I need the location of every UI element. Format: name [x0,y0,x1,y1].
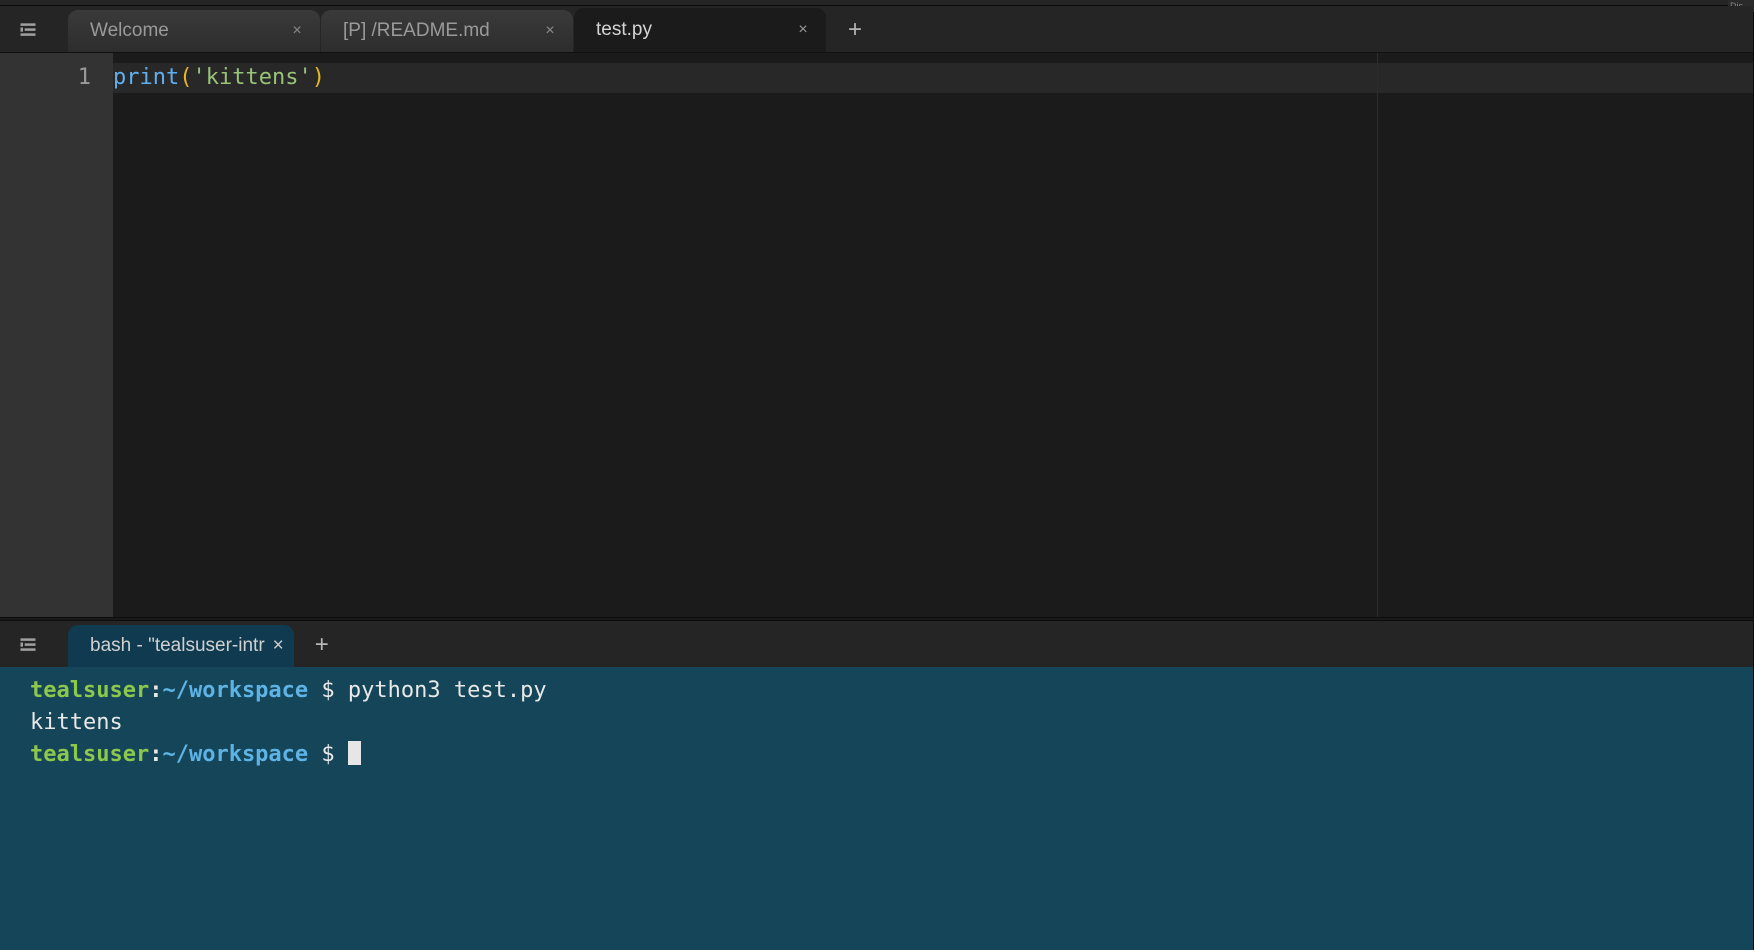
line-number: 1 [0,63,91,93]
term-prompt: $ [308,678,348,703]
close-icon[interactable]: × [288,22,306,40]
terminal-line: tealsuser:~/workspace $ python3 test.py [30,675,1741,707]
terminal-line: tealsuser:~/workspace $ [30,739,1741,771]
close-icon[interactable]: × [794,21,812,39]
tab-welcome[interactable]: Welcome × [68,10,320,52]
term-user: tealsuser [30,742,149,767]
editor-panel: Welcome × [P] /README.md × test.py × + 1… [0,6,1754,617]
term-path: ~/workspace [162,678,308,703]
line-gutter: 1 [0,53,113,617]
term-prompt: $ [308,742,348,767]
panel-menu-icon[interactable] [10,14,46,46]
tab-testpy[interactable]: test.py × [574,8,826,52]
close-icon[interactable]: × [273,635,284,657]
term-command: python3 test.py [348,678,547,703]
terminal-panel: bash - "tealsuser-intr × + tealsuser:~/w… [0,621,1754,950]
terminal-cursor [348,741,361,765]
token-paren-open: ( [179,65,192,90]
tab-label: test.py [596,19,652,41]
tab-readme[interactable]: [P] /README.md × [321,10,573,52]
print-margin-ruler [1377,53,1378,617]
editor-tab-bar: Welcome × [P] /README.md × test.py × + [0,6,1753,52]
panel-menu-icon[interactable] [10,629,46,661]
add-tab-button[interactable]: + [835,10,875,50]
terminal-tab-label: bash - "tealsuser-intr [90,635,265,657]
terminal-output: kittens [30,707,1741,739]
token-function: print [113,65,179,90]
tab-label: [P] /README.md [343,20,490,42]
terminal-body[interactable]: tealsuser:~/workspace $ python3 test.py … [0,667,1753,950]
term-path: ~/workspace [162,742,308,767]
token-paren-close: ) [312,65,325,90]
terminal-tab-bash[interactable]: bash - "tealsuser-intr × [68,625,294,667]
terminal-tab-bar: bash - "tealsuser-intr × + [0,621,1753,667]
token-string: 'kittens' [192,65,311,90]
term-sep: : [149,678,162,703]
close-icon[interactable]: × [541,22,559,40]
term-sep: : [149,742,162,767]
tab-label: Welcome [90,20,169,42]
code-area[interactable]: print('kittens') [113,53,1753,617]
add-terminal-button[interactable]: + [302,625,342,665]
editor-body: 1 print('kittens') [0,52,1753,617]
term-user: tealsuser [30,678,149,703]
